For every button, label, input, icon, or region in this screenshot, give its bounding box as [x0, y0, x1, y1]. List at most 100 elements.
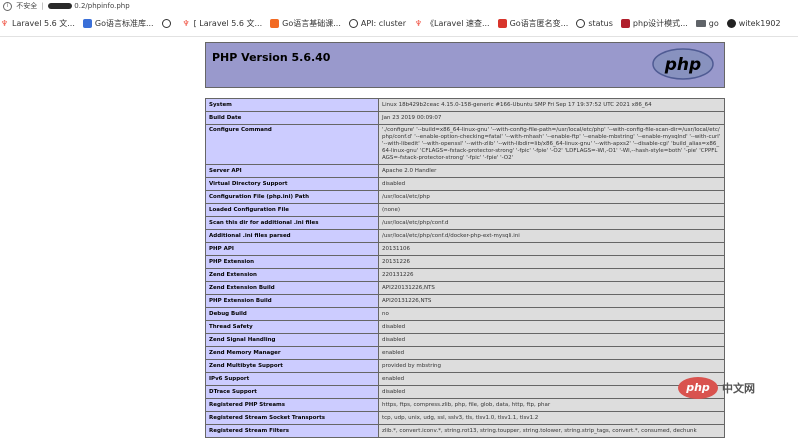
bookmarks-bar: ♆ Laravel 5.6 文... Go语言标准库... ♆[ Laravel 5.…: [0, 12, 798, 37]
row-value: Linux 18b429b2ceac 4.15.0-158-generic #1…: [378, 98, 725, 112]
row-key: IPv6 Support: [205, 372, 379, 386]
table-row: Debug Build no: [205, 307, 725, 321]
row-key: Registered Stream Socket Transports: [205, 411, 379, 425]
address-bar[interactable]: i 不安全 | 0.2/phpinfo.php: [0, 0, 798, 12]
github-icon: [726, 19, 736, 28]
globe-icon: [348, 19, 358, 28]
bookmark-label: Go语言标准库...: [94, 19, 154, 28]
row-key: Zend Memory Manager: [205, 346, 379, 360]
bookmark-item[interactable]: status: [576, 12, 613, 36]
row-value: 20131226: [378, 255, 725, 269]
row-value: provided by mbstring: [378, 359, 725, 373]
bookmark-item[interactable]: php设计模式...: [620, 12, 688, 36]
bookmark-label: API: cluster: [360, 19, 406, 28]
row-key: PHP Extension: [205, 255, 379, 269]
row-value: Jan 23 2019 00:09:07: [378, 111, 725, 125]
row-value: API20131226,NTS: [378, 294, 725, 308]
row-value: no: [378, 307, 725, 321]
php-header: PHP Version 5.6.40 php: [205, 42, 725, 88]
row-value: (none): [378, 203, 725, 217]
bookmark-label: status: [588, 19, 613, 28]
info-table: System Linux 18b429b2ceac 4.15.0-158-gene…: [205, 98, 725, 438]
row-value: 20131106: [378, 242, 725, 256]
bookmark-red-icon: [497, 19, 507, 28]
row-key: Configure Command: [205, 124, 379, 165]
table-row: Configure Command './configure' '--build=…: [205, 124, 725, 165]
bookmark-item[interactable]: go: [695, 12, 719, 36]
watermark-text: 中文网: [722, 382, 755, 395]
row-key: Additional .ini files parsed: [205, 229, 379, 243]
table-row: Loaded Configuration File (none): [205, 203, 725, 217]
bookmark-item[interactable]: ♆ Laravel 5.6 文...: [0, 12, 75, 36]
bookmark-label: Go语言匿名变...: [509, 19, 569, 28]
table-row: Server API Apache 2.0 Handler: [205, 164, 725, 178]
table-row: Registered Stream Socket Transports tcp, …: [205, 411, 725, 425]
row-key: Build Date: [205, 111, 379, 125]
bookmark-label: 《Laravel 速查...: [425, 19, 490, 28]
bookmark-item[interactable]: ♆[ Laravel 5.6 文...: [181, 12, 263, 36]
row-value: Apache 2.0 Handler: [378, 164, 725, 178]
table-row: Zend Extension Build API220131226,NTS: [205, 281, 725, 295]
bookmark-label: php设计模式...: [632, 19, 688, 28]
page-title: PHP Version 5.6.40: [212, 51, 331, 64]
bookmark-item[interactable]: Go语言匿名变...: [497, 12, 569, 36]
phpinfo-page: PHP Version 5.6.40 php System Linux 18b42…: [205, 42, 725, 438]
folder-icon: [695, 20, 706, 27]
row-key: System: [205, 98, 379, 112]
bookmark-label: [ Laravel 5.6 文...: [193, 19, 263, 28]
table-row: Zend Multibyte Support provided by mbstri…: [205, 359, 725, 373]
row-key: Loaded Configuration File: [205, 203, 379, 217]
row-key: Zend Signal Handling: [205, 333, 379, 347]
table-row: Zend Signal Handling disabled: [205, 333, 725, 347]
bookmark-blue-icon: [82, 19, 92, 28]
table-row: Zend Extension 220131226: [205, 268, 725, 282]
table-row: IPv6 Support enabled: [205, 372, 725, 386]
php-logo-text: php: [664, 55, 701, 75]
bookmark-item[interactable]: witek1902: [726, 12, 781, 36]
bookmark-item[interactable]: API: cluster: [348, 12, 406, 36]
table-row: PHP API 20131106: [205, 242, 725, 256]
bookmark-item[interactable]: Go语言标准库...: [82, 12, 154, 36]
table-row: Virtual Directory Support disabled: [205, 177, 725, 191]
row-key: Virtual Directory Support: [205, 177, 379, 191]
row-key: PHP Extension Build: [205, 294, 379, 308]
security-label: 不安全: [16, 2, 38, 10]
row-value: tcp, udp, unix, udg, ssl, sslv3, tls, tl…: [378, 411, 725, 425]
divider: |: [41, 2, 44, 10]
row-key: Configuration File (php.ini) Path: [205, 190, 379, 204]
bookmark-orange-icon: [270, 19, 280, 28]
row-value: /usr/local/etc/php/conf.d: [378, 216, 725, 230]
row-key: Thread Safety: [205, 320, 379, 334]
table-row: System Linux 18b429b2ceac 4.15.0-158-gene…: [205, 98, 725, 112]
url-text: 0.2/phpinfo.php: [74, 2, 130, 10]
bookmark-item[interactable]: Go语言基础课...: [270, 12, 341, 36]
table-row: Registered Stream Filters zlib.*, convert…: [205, 424, 725, 438]
row-value: /usr/local/etc/php: [378, 190, 725, 204]
row-value: disabled: [378, 177, 725, 191]
watermark: php 中文网: [678, 375, 768, 399]
bookmark-label: go: [708, 19, 719, 28]
row-key: PHP API: [205, 242, 379, 256]
row-key: Zend Extension Build: [205, 281, 379, 295]
redacted-host: [48, 3, 73, 9]
bookmark-darkred-icon: [620, 19, 630, 28]
globe-icon: [161, 19, 171, 28]
row-key: Server API: [205, 164, 379, 178]
watermark-logo: php: [678, 377, 718, 399]
row-key: Registered Stream Filters: [205, 424, 379, 438]
bookmark-item[interactable]: ♆ 《Laravel 速查...: [413, 12, 490, 36]
table-row: DTrace Support disabled: [205, 385, 725, 399]
laravel-icon: ♆: [181, 19, 191, 28]
bookmark-item[interactable]: [161, 12, 174, 36]
info-icon[interactable]: i: [3, 1, 12, 11]
row-value: zlib.*, convert.iconv.*, string.rot13, s…: [378, 424, 725, 438]
php-logo: php: [652, 48, 714, 80]
row-value: disabled: [378, 320, 725, 334]
row-key: Zend Multibyte Support: [205, 359, 379, 373]
row-value: API220131226,NTS: [378, 281, 725, 295]
row-key: Registered PHP Streams: [205, 398, 379, 412]
laravel-icon: ♆: [0, 19, 9, 28]
row-value: /usr/local/etc/php/conf.d/docker-php-ext…: [378, 229, 725, 243]
bookmark-label: Go语言基础课...: [282, 19, 341, 28]
row-value: enabled: [378, 372, 725, 386]
